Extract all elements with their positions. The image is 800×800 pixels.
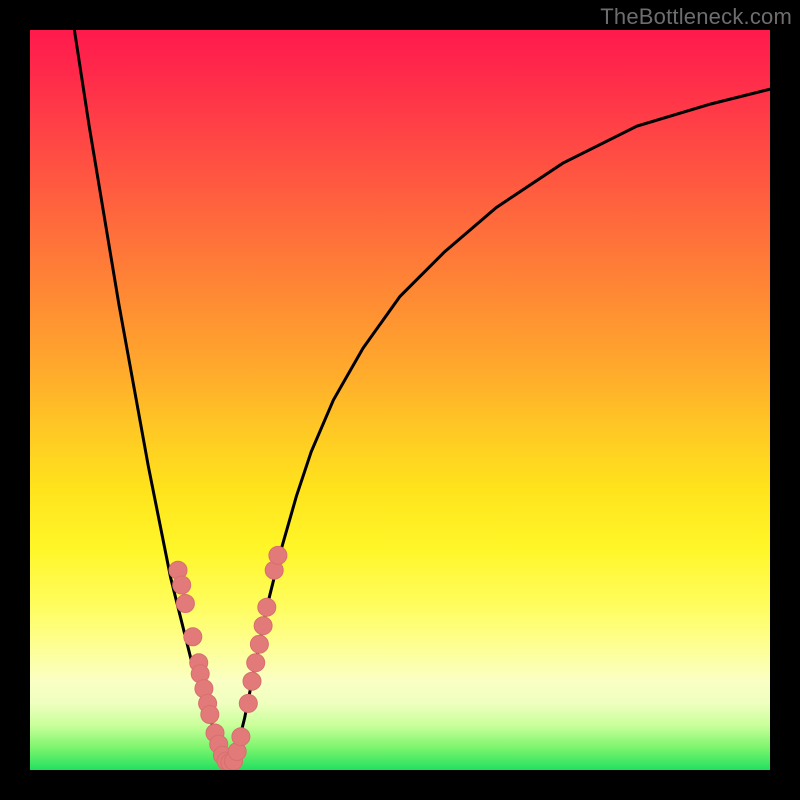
marker-point xyxy=(184,628,202,646)
marker-point xyxy=(250,635,268,653)
marker-point xyxy=(254,617,272,635)
marker-point xyxy=(243,672,261,690)
marker-point xyxy=(247,654,265,672)
marker-point xyxy=(258,598,276,616)
plot-area xyxy=(30,30,770,770)
marker-point xyxy=(176,595,194,613)
marker-point xyxy=(173,576,191,594)
chart-frame: TheBottleneck.com xyxy=(0,0,800,800)
marker-point xyxy=(232,728,250,746)
chart-svg xyxy=(30,30,770,770)
marker-point xyxy=(269,546,287,564)
marker-point xyxy=(201,706,219,724)
watermark-text: TheBottleneck.com xyxy=(600,4,792,30)
curve-right xyxy=(230,89,770,762)
curve-left xyxy=(74,30,229,763)
marker-point xyxy=(239,694,257,712)
